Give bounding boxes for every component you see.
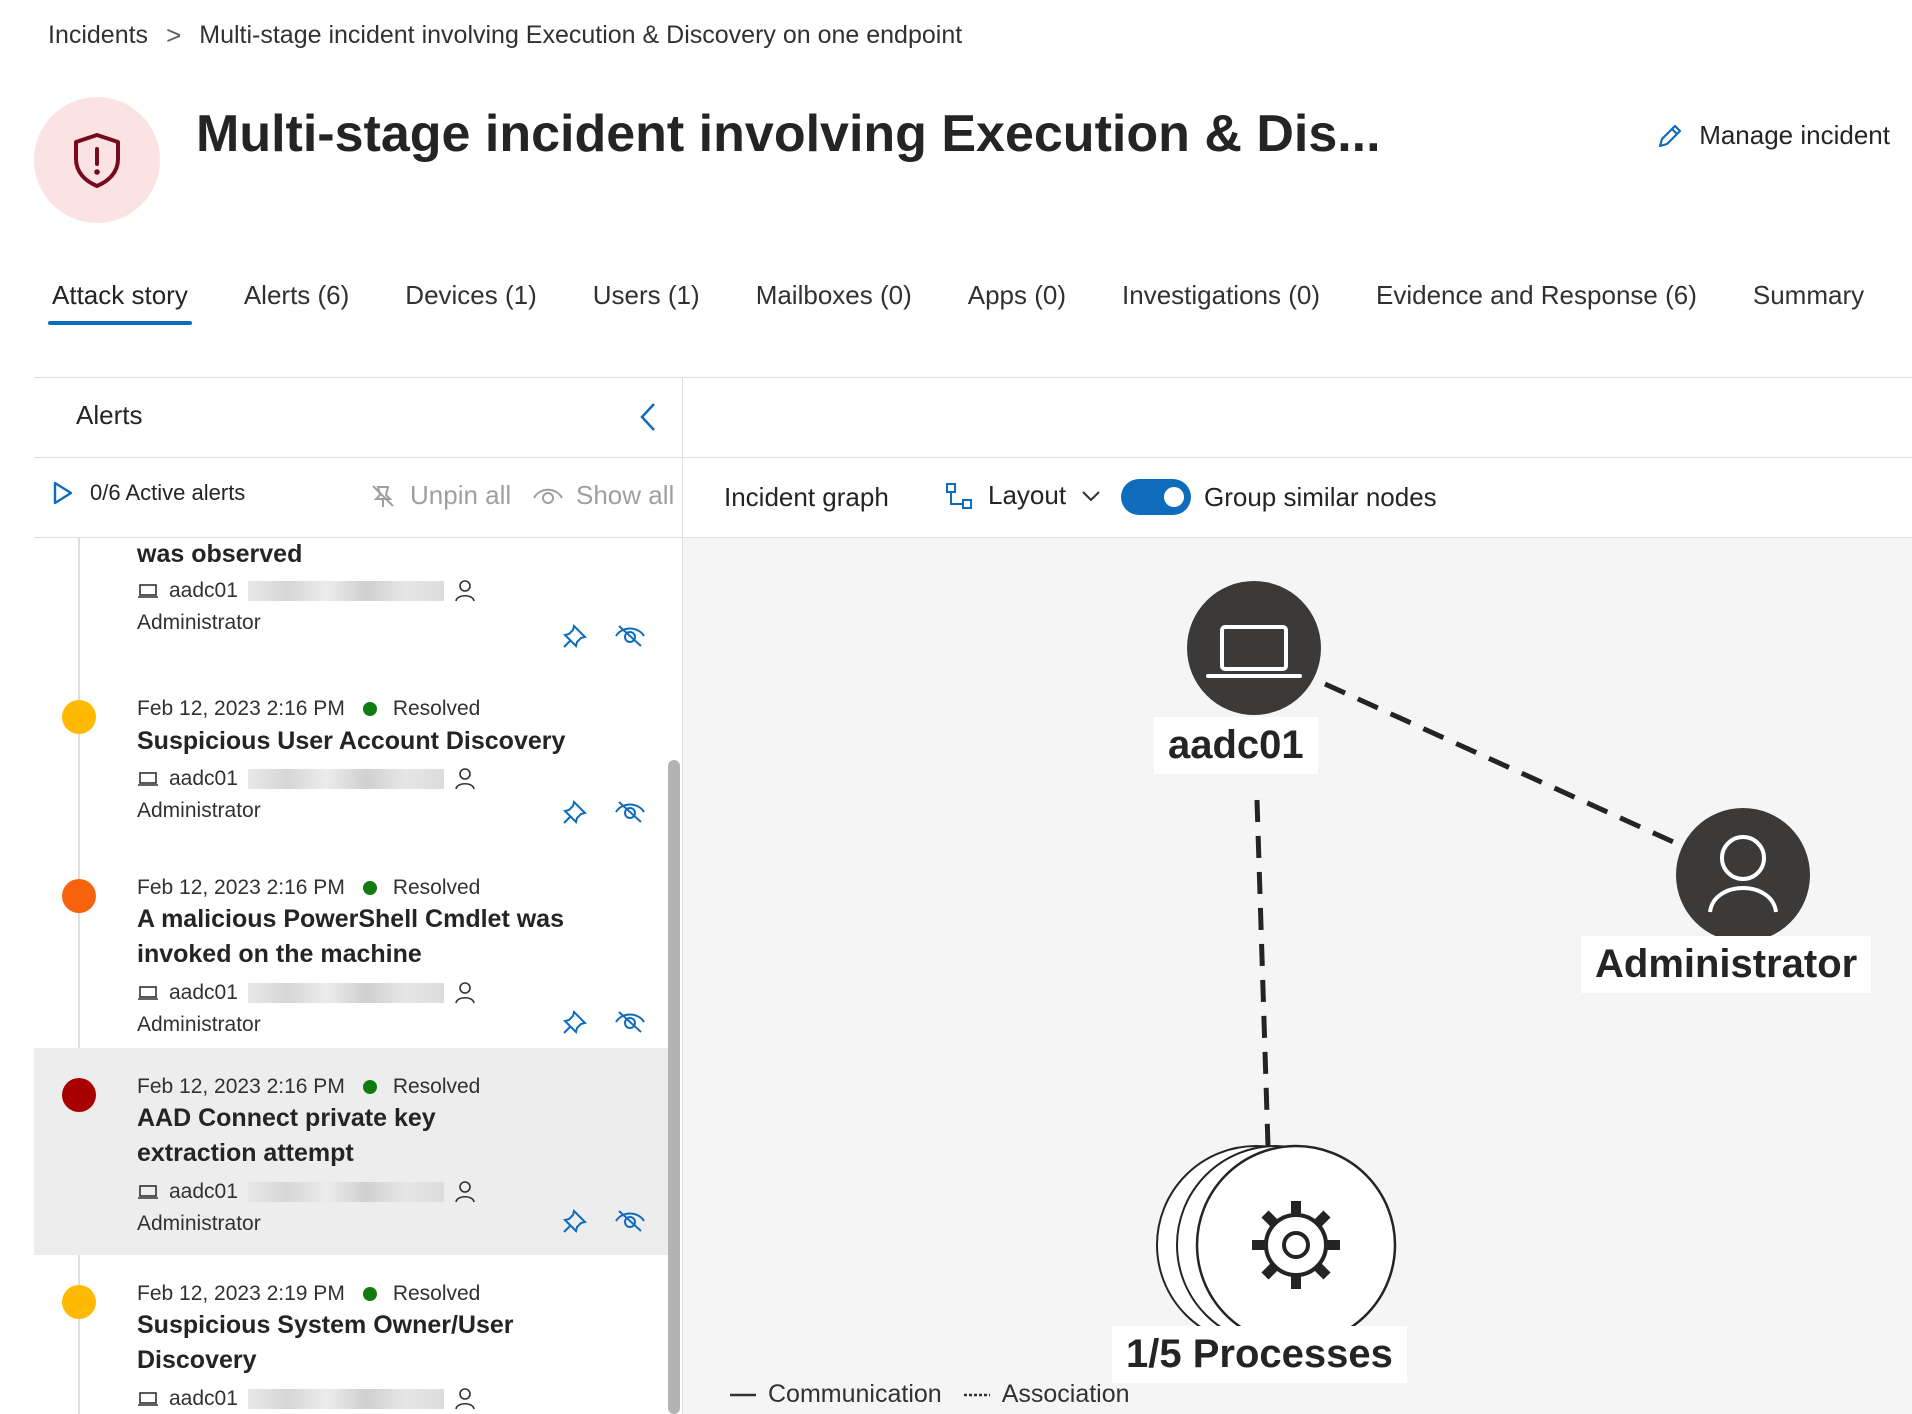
edge-device-processes <box>1254 799 1271 1147</box>
processes-node[interactable] <box>1156 1144 1397 1346</box>
user-node[interactable] <box>1676 808 1810 942</box>
processes-node-label: 1/5 Processes <box>1112 1326 1407 1383</box>
graph-edges <box>1156 581 1810 1346</box>
user-node-label: Administrator <box>1581 936 1872 993</box>
dotted-line-icon <box>963 1393 990 1396</box>
solid-line-icon <box>730 1393 756 1396</box>
device-node-label: aadc01 <box>1154 717 1318 774</box>
edge-device-user <box>1323 681 1682 848</box>
gear-icon <box>1252 1201 1340 1289</box>
device-node[interactable] <box>1187 581 1321 715</box>
graph-legend: Communication Association <box>730 1380 1130 1409</box>
legend-association: Association <box>1001 1380 1130 1408</box>
legend-communication: Communication <box>768 1380 942 1408</box>
